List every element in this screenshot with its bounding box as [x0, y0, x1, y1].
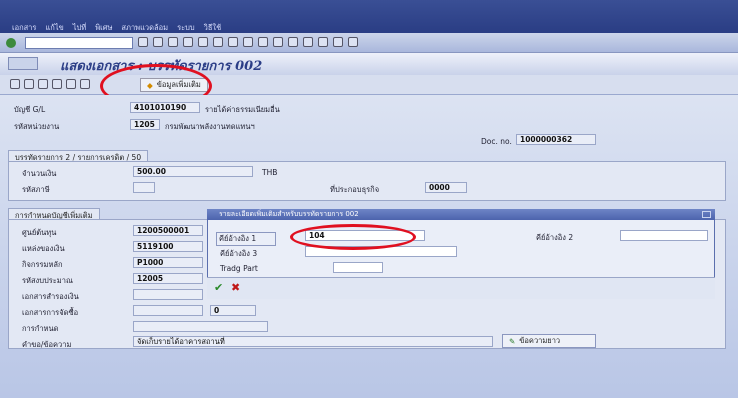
command-field[interactable]: [25, 37, 133, 49]
cost-center-field[interactable]: 1200500001: [133, 225, 203, 236]
tax-code-label: รหัสภาษี: [22, 185, 50, 194]
text-label: คำขอ/ข้อความ: [22, 340, 72, 349]
text-field[interactable]: จัดเก็บรายได้อาคารสถานที่: [133, 336, 493, 347]
enter-icon[interactable]: [6, 38, 16, 48]
sap-logo-icon: [8, 57, 38, 70]
next-item-icon[interactable]: [38, 79, 48, 89]
find-next-icon[interactable]: [228, 37, 238, 47]
ref-key-3-label: คีย์อ้างอิง 3: [220, 249, 258, 258]
display-change-icon[interactable]: [10, 79, 20, 89]
prev-page-icon[interactable]: [258, 37, 268, 47]
gl-account-description: รายได้ค่าธรรมเนียมอื่น: [205, 105, 280, 114]
long-text-icon: ✎: [509, 336, 516, 346]
budget-code-label: รหัสงบประมาณ: [22, 276, 73, 285]
shortcut-icon[interactable]: [318, 37, 328, 47]
tax-code-field[interactable]: [133, 182, 155, 193]
document-header-icon[interactable]: [52, 79, 62, 89]
back-icon[interactable]: [153, 37, 163, 47]
help-icon[interactable]: [333, 37, 343, 47]
budget-code-field[interactable]: 12005: [133, 273, 203, 284]
first-page-icon[interactable]: [243, 37, 253, 47]
doc-no-field[interactable]: 1000000362: [516, 134, 596, 145]
ref-key-2-field[interactable]: [620, 230, 708, 241]
next-page-icon[interactable]: [273, 37, 283, 47]
cancel-dialog-icon[interactable]: ✖: [231, 281, 240, 294]
app-toolbar-icons: [10, 79, 90, 89]
main-activity-field[interactable]: P1000: [133, 257, 203, 268]
currency-label: THB: [262, 168, 278, 177]
unit-code-label: รหัสหน่วยงาน: [14, 122, 60, 131]
cost-center-label: ศูนย์ต้นทุน: [22, 228, 57, 237]
purchase-doc-label: เอกสารการจัดซื้อ: [22, 308, 79, 317]
menu-bar: เอกสาร แก้ไข ไปที่ พิเศษ สภาพแวดล้อม ระบ…: [0, 0, 738, 33]
business-place-field[interactable]: 0000: [425, 182, 467, 193]
purchase-doc-item-field[interactable]: 0: [210, 305, 256, 316]
previous-item-icon[interactable]: [24, 79, 34, 89]
toolbar-icons: [138, 37, 358, 47]
main-activity-label: กิจกรรมหลัก: [22, 260, 63, 269]
new-session-icon[interactable]: [303, 37, 313, 47]
dialog-title: รายละเอียดเพิ่มเติมสำหรับบรรทัดรายการ 00…: [207, 209, 715, 220]
tax-icon[interactable]: [80, 79, 90, 89]
find-icon[interactable]: [213, 37, 223, 47]
gl-account-label: บัญชี G/L: [14, 105, 46, 114]
layout-icon[interactable]: [348, 37, 358, 47]
amount-field[interactable]: 500.00: [133, 166, 253, 177]
ref-key-2-label: คีย์อ้างอิง 2: [536, 233, 574, 242]
fund-reservation-label: เอกสารสำรองเงิน: [22, 292, 79, 301]
last-page-icon[interactable]: [288, 37, 298, 47]
long-text-label: ข้อความยาว: [519, 336, 561, 345]
purchase-doc-field[interactable]: [133, 305, 203, 316]
amount-label: จำนวนเงิน: [22, 169, 57, 178]
assignment-label: การกำหนด: [22, 324, 59, 333]
unit-code-description: กรมพัฒนาพลังงานทดแทนฯ: [165, 122, 255, 131]
confirm-icon[interactable]: ✔: [214, 281, 223, 294]
fund-reservation-field[interactable]: [133, 289, 203, 300]
dialog-close-icon[interactable]: [702, 211, 711, 218]
print-icon[interactable]: [198, 37, 208, 47]
trading-partner-label: Tradg Part: [220, 264, 258, 273]
assignment-field[interactable]: [133, 321, 268, 332]
fund-label: แหล่งของเงิน: [22, 244, 65, 253]
doc-no-label: Doc. no.: [481, 137, 512, 146]
dialog-button-bar: [207, 277, 715, 299]
ref-key-highlight-oval: [290, 224, 416, 250]
cancel-icon[interactable]: [183, 37, 193, 47]
fund-field[interactable]: 5119100: [133, 241, 203, 252]
overview-icon[interactable]: [66, 79, 76, 89]
long-text-button[interactable]: ✎ ข้อความยาว: [502, 334, 596, 348]
gl-account-field[interactable]: 4101010190: [130, 102, 200, 113]
trading-partner-field[interactable]: [333, 262, 383, 273]
ref-key-1-label: คีย์อ้างอิง 1: [216, 232, 276, 246]
unit-code-field[interactable]: 1205: [130, 119, 160, 130]
exit-icon[interactable]: [168, 37, 178, 47]
business-place-label: ที่ประกอบธุรกิจ: [330, 185, 380, 194]
save-icon[interactable]: [138, 37, 148, 47]
